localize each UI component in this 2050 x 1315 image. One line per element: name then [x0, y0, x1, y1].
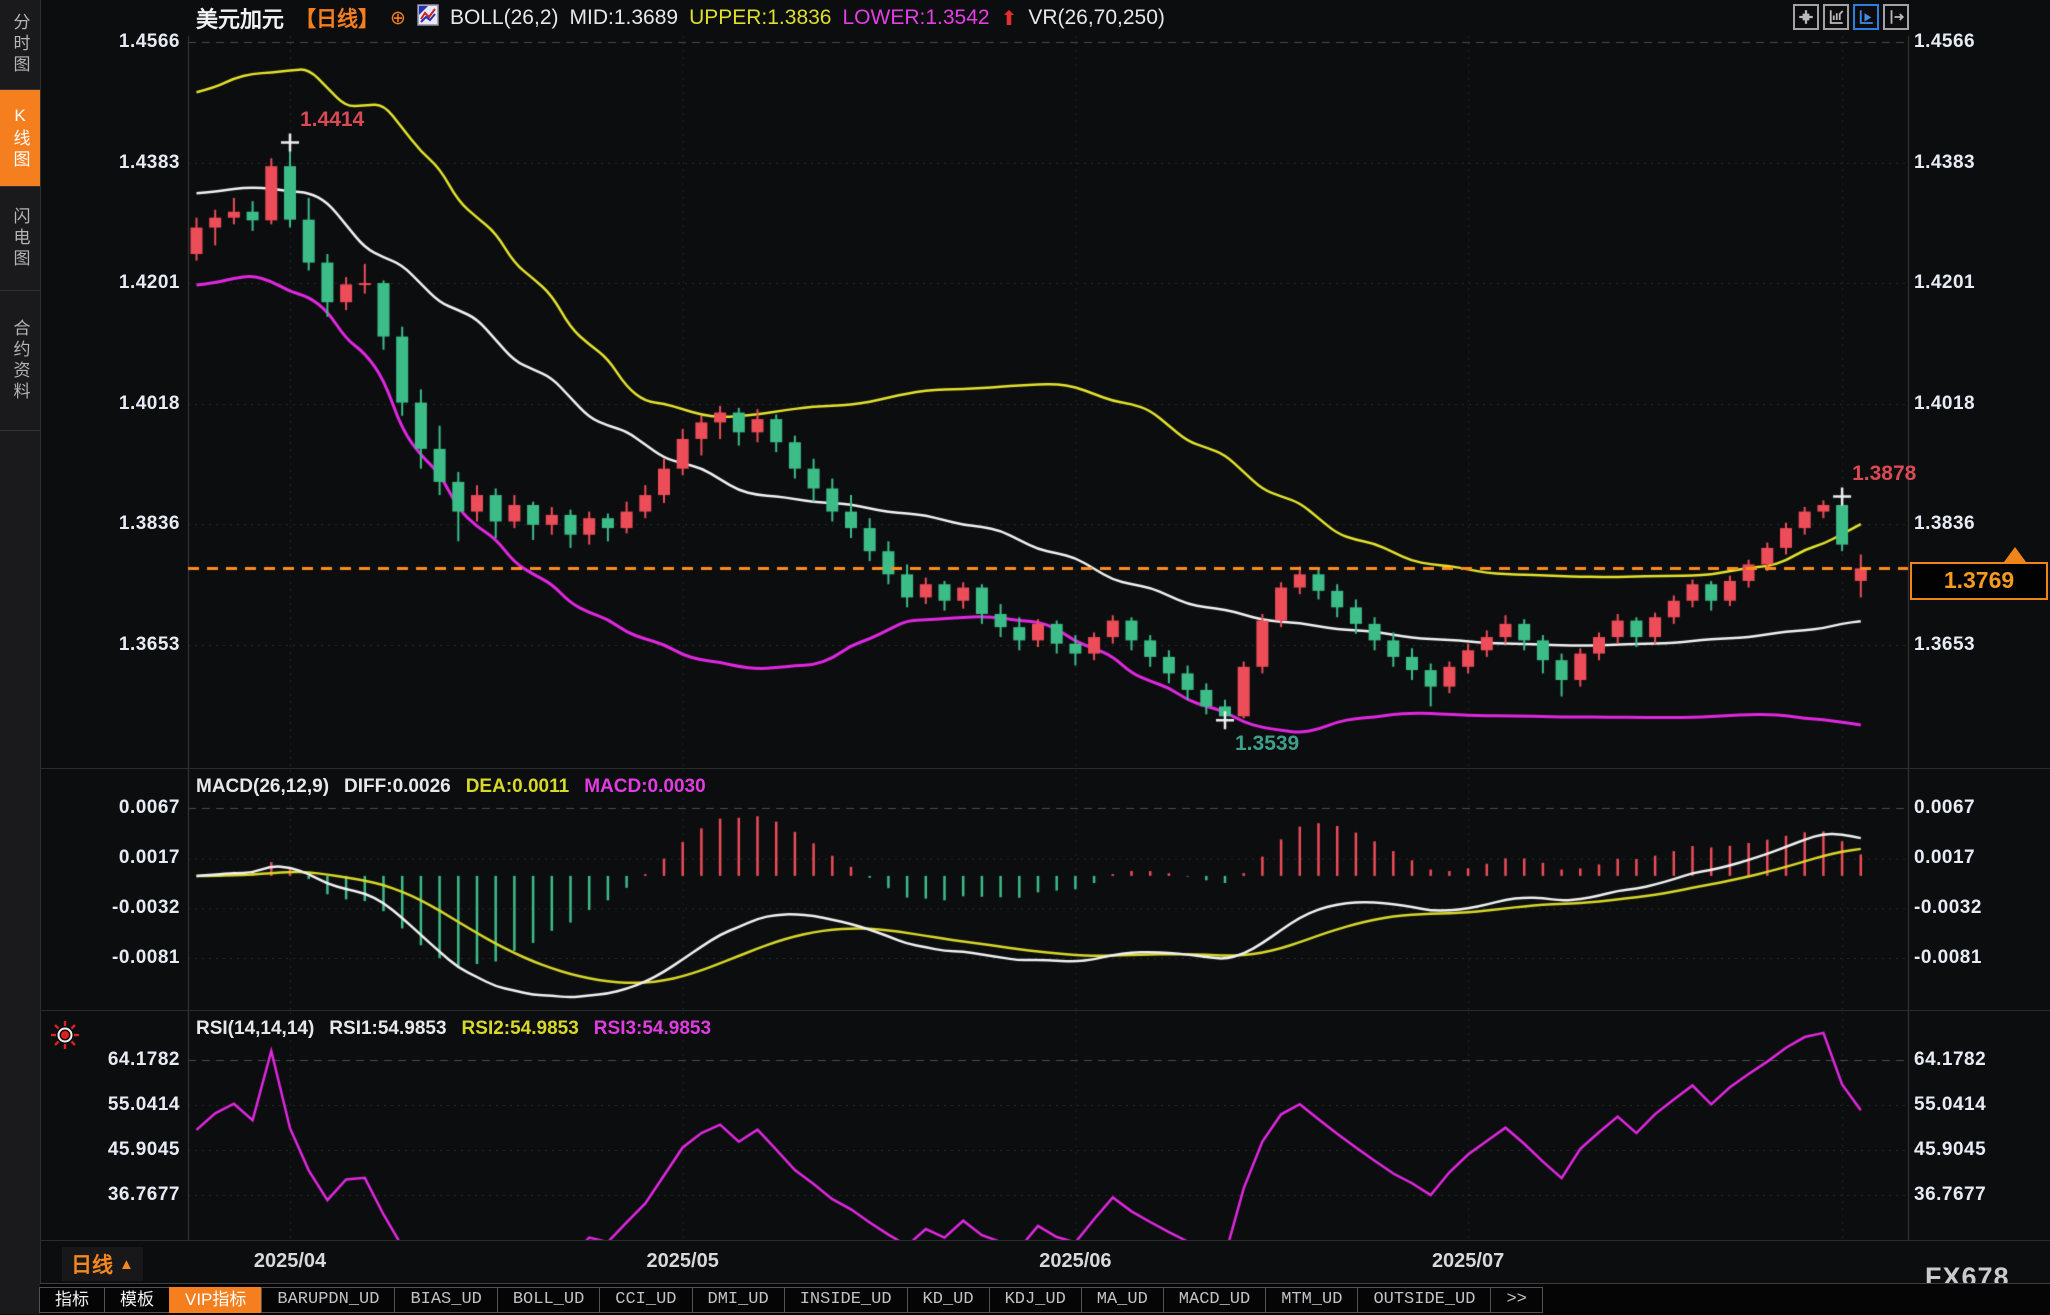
- rsi2-value: RSI2:54.9853: [462, 1018, 579, 1040]
- boll-upper-value: UPPER:1.3836: [689, 6, 831, 30]
- circle-plus-icon[interactable]: ⊕: [390, 7, 406, 30]
- rsi-axis-label: 45.9045: [1914, 1139, 1986, 1161]
- tab-outside-ud[interactable]: OUTSIDE_UD: [1357, 1287, 1491, 1313]
- tab-boll-ud[interactable]: BOLL_UD: [497, 1287, 600, 1313]
- tab-inside-ud[interactable]: INSIDE_UD: [784, 1287, 908, 1313]
- period-label: 日线: [71, 1249, 113, 1279]
- tab-barupdn-ud[interactable]: BARUPDN_UD: [261, 1287, 395, 1313]
- price-axis-label: 1.3836: [1914, 513, 1975, 535]
- triangle-up-icon: ▲: [119, 1256, 134, 1273]
- price-axis-label: 1.4566: [1914, 31, 1975, 53]
- panel-divider: [40, 1240, 2050, 1241]
- price-axis-label: 1.4018: [40, 393, 180, 415]
- macd-axis-label: 0.0067: [1914, 797, 1975, 819]
- indicator-toolbar: 指标 模板 VIP指标 BARUPDN_UD BIAS_UD BOLL_UD C…: [40, 1283, 2050, 1315]
- collapse-panel-icon[interactable]: [1883, 4, 1909, 30]
- sidebar-item-lightning-chart[interactable]: 闪电图: [0, 187, 40, 291]
- sidebar: 分时图 K线图 闪电图 合约资料: [0, 0, 41, 1314]
- tab-kd-ud[interactable]: KD_UD: [907, 1287, 990, 1313]
- macd-diff-value: DIFF:0.0026: [344, 776, 451, 798]
- rsi1-value: RSI1:54.9853: [329, 1018, 446, 1040]
- price-axis-label: 1.3836: [40, 513, 180, 535]
- tab-indicator[interactable]: 指标: [39, 1287, 105, 1313]
- pan-icon[interactable]: [1793, 4, 1819, 30]
- rsi3-value: RSI3:54.9853: [594, 1018, 711, 1040]
- rsi-axis-label: 45.9045: [40, 1139, 180, 1161]
- chart-toolbar: [1793, 4, 1909, 30]
- macd-axis-label: 0.0067: [40, 797, 180, 819]
- chart-canvas[interactable]: [0, 0, 2050, 1314]
- month-label: 2025/06: [1025, 1250, 1125, 1273]
- chart-thumb-icon[interactable]: [417, 4, 439, 32]
- price-axis-label: 1.3653: [1914, 634, 1975, 656]
- macd-axis-label: -0.0081: [1914, 947, 1982, 969]
- rsi-axis-label: 36.7677: [1914, 1184, 1986, 1206]
- macd-value: MACD:0.0030: [584, 776, 705, 798]
- price-axis-label: 1.4566: [40, 31, 180, 53]
- tab-bias-ud[interactable]: BIAS_UD: [394, 1287, 497, 1313]
- tab-more[interactable]: >>: [1490, 1287, 1542, 1313]
- vr-label: VR(26,70,250): [1028, 6, 1165, 30]
- sidebar-item-label: 合约资料: [8, 319, 33, 403]
- macd-axis-label: 0.0017: [1914, 847, 1975, 869]
- macd-header: MACD(26,12,9) DIFF:0.0026 DEA:0.0011 MAC…: [196, 776, 706, 798]
- period-tag[interactable]: 【日线】: [295, 3, 379, 33]
- period-selector[interactable]: 日线 ▲: [62, 1247, 143, 1281]
- macd-dea-value: DEA:0.0011: [466, 776, 570, 798]
- auto-scale-icon[interactable]: [1853, 4, 1879, 30]
- month-label: 2025/05: [633, 1250, 733, 1273]
- price-up-arrow-icon: ⬆: [1001, 6, 1018, 31]
- tab-mtm-ud[interactable]: MTM_UD: [1265, 1287, 1358, 1313]
- price-axis-label: 1.4383: [40, 152, 180, 174]
- current-price-box: 1.3769: [1910, 562, 2048, 600]
- month-label: 2025/04: [240, 1250, 340, 1273]
- tab-cci-ud[interactable]: CCI_UD: [599, 1287, 692, 1313]
- rsi-axis-label: 64.1782: [40, 1049, 180, 1071]
- tab-dmi-ud[interactable]: DMI_UD: [692, 1287, 785, 1313]
- sidebar-item-contract-info[interactable]: 合约资料: [0, 291, 40, 431]
- price-annotation: 1.4414: [300, 108, 364, 132]
- sidebar-item-kline-chart[interactable]: K线图: [0, 90, 40, 187]
- sidebar-item-label: 分时图: [8, 13, 33, 76]
- chart-header: 美元加元 【日线】 ⊕ BOLL(26,2) MID:1.3689 UPPER:…: [196, 3, 1165, 33]
- axis-scale-icon[interactable]: [1823, 4, 1849, 30]
- panel-divider: [40, 1010, 2050, 1011]
- price-axis-label: 1.3653: [40, 634, 180, 656]
- sidebar-item-label: K线图: [8, 106, 33, 171]
- boll-label: BOLL(26,2): [450, 6, 559, 30]
- tab-vip-indicator[interactable]: VIP指标: [169, 1287, 262, 1313]
- panel-divider: [40, 768, 2050, 769]
- rsi-axis-label: 55.0414: [40, 1094, 180, 1116]
- boll-lower-value: LOWER:1.3542: [842, 6, 989, 30]
- current-price-arrow-icon: [2004, 547, 2026, 562]
- rsi-header: RSI(14,14,14) RSI1:54.9853 RSI2:54.9853 …: [196, 1018, 711, 1040]
- price-annotation: 1.3539: [1235, 732, 1299, 756]
- price-axis-label: 1.4201: [1914, 272, 1975, 294]
- macd-axis-label: -0.0032: [40, 897, 180, 919]
- tab-macd-ud[interactable]: MACD_UD: [1163, 1287, 1266, 1313]
- tab-kdj-ud[interactable]: KDJ_UD: [989, 1287, 1082, 1313]
- symbol-title: 美元加元: [196, 2, 284, 34]
- rsi-label: RSI(14,14,14): [196, 1018, 314, 1040]
- boll-mid-value: MID:1.3689: [570, 6, 679, 30]
- sidebar-item-timeline-chart[interactable]: 分时图: [0, 0, 40, 90]
- macd-label: MACD(26,12,9): [196, 776, 329, 798]
- sidebar-item-label: 闪电图: [8, 207, 33, 270]
- price-annotation: 1.3878: [1852, 462, 1916, 486]
- tab-template[interactable]: 模板: [104, 1287, 170, 1313]
- macd-axis-label: -0.0032: [1914, 897, 1982, 919]
- macd-axis-label: 0.0017: [40, 847, 180, 869]
- month-label: 2025/07: [1418, 1250, 1518, 1273]
- rsi-axis-label: 36.7677: [40, 1184, 180, 1206]
- price-axis-label: 1.4383: [1914, 152, 1975, 174]
- rsi-axis-label: 64.1782: [1914, 1049, 1986, 1071]
- rsi-axis-label: 55.0414: [1914, 1094, 1986, 1116]
- tab-ma-ud[interactable]: MA_UD: [1081, 1287, 1164, 1313]
- price-axis-label: 1.4018: [1914, 393, 1975, 415]
- macd-axis-label: -0.0081: [40, 947, 180, 969]
- price-axis-label: 1.4201: [40, 272, 180, 294]
